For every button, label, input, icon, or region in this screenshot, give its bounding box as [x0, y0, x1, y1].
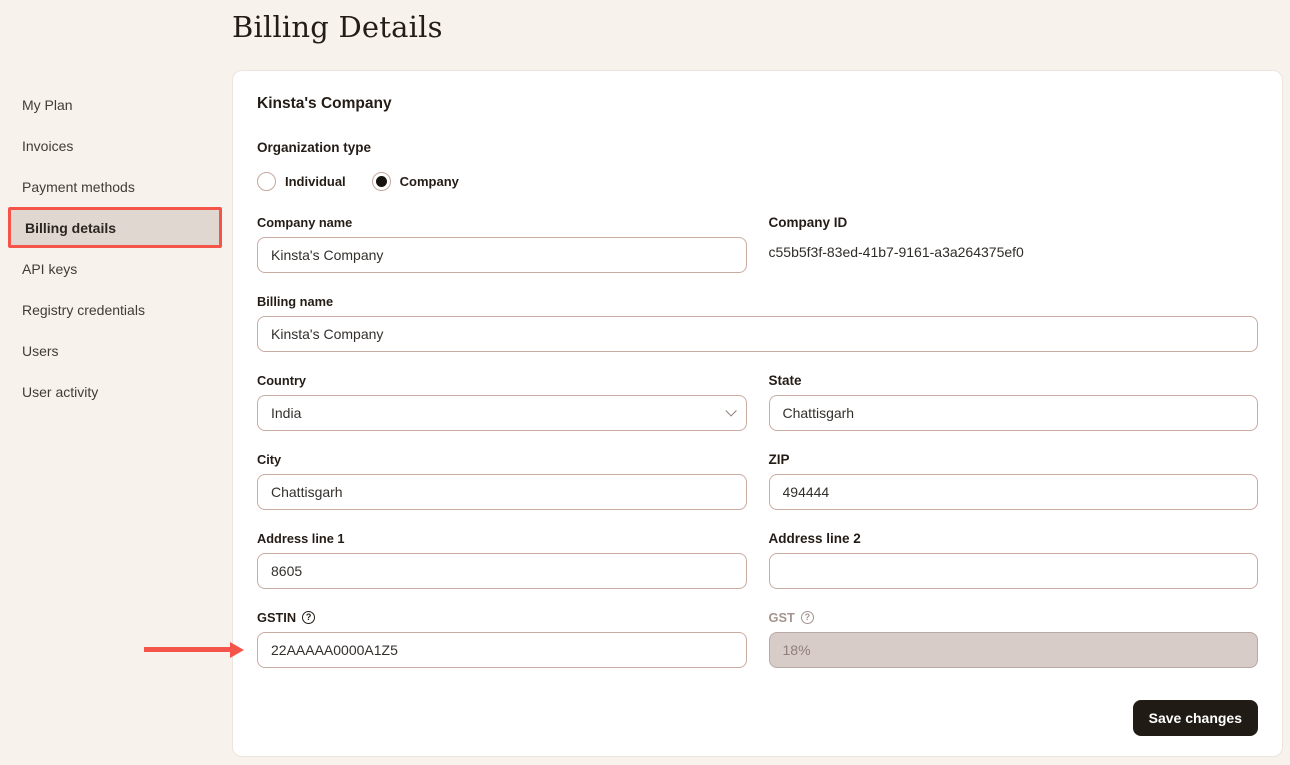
gstin-label: GSTIN	[257, 610, 296, 625]
sidebar-item-invoices[interactable]: Invoices	[0, 125, 232, 166]
save-changes-button[interactable]: Save changes	[1133, 700, 1258, 736]
settings-sidebar: My Plan Invoices Payment methods Billing…	[0, 84, 232, 412]
zip-input[interactable]	[769, 474, 1259, 510]
sidebar-item-registry-credentials[interactable]: Registry credentials	[0, 289, 232, 330]
sidebar-item-payment-methods[interactable]: Payment methods	[0, 166, 232, 207]
city-input[interactable]	[257, 474, 747, 510]
gst-label: GST	[769, 610, 795, 625]
gst-field-group: GST ?	[769, 610, 1259, 668]
state-field-group: State	[769, 373, 1259, 431]
country-label: Country	[257, 373, 747, 388]
zip-label: ZIP	[769, 452, 1259, 467]
billing-details-card: Kinsta's Company Organization type Indiv…	[232, 70, 1283, 757]
gstin-label-row: GSTIN ?	[257, 610, 747, 625]
billing-name-input[interactable]	[257, 316, 1258, 352]
help-icon[interactable]: ?	[302, 611, 315, 624]
state-label: State	[769, 373, 1259, 388]
organization-type-label: Organization type	[257, 140, 1258, 155]
gst-label-row: GST ?	[769, 610, 1259, 625]
address-line-1-field-group: Address line 1	[257, 531, 747, 589]
sidebar-item-my-plan[interactable]: My Plan	[0, 84, 232, 125]
radio-company-label: Company	[400, 174, 459, 189]
city-field-group: City	[257, 452, 747, 510]
page-title: Billing Details	[232, 10, 443, 44]
annotation-arrow-icon	[144, 647, 230, 652]
country-select[interactable]: India	[257, 395, 747, 431]
sidebar-item-user-activity[interactable]: User activity	[0, 371, 232, 412]
address-line-2-field-group: Address line 2	[769, 531, 1259, 589]
radio-individual[interactable]: Individual	[257, 172, 346, 191]
gstin-field-group: GSTIN ?	[257, 610, 747, 668]
company-name-label: Company name	[257, 215, 747, 230]
address-line-2-input[interactable]	[769, 553, 1259, 589]
company-name-field-group: Company name	[257, 215, 747, 273]
company-id-label: Company ID	[769, 215, 1259, 230]
zip-field-group: ZIP	[769, 452, 1259, 510]
radio-circle-icon	[372, 172, 391, 191]
city-label: City	[257, 452, 747, 467]
radio-company[interactable]: Company	[372, 172, 459, 191]
address-line-1-label: Address line 1	[257, 531, 747, 546]
gst-input	[769, 632, 1259, 668]
sidebar-item-users[interactable]: Users	[0, 330, 232, 371]
state-input[interactable]	[769, 395, 1259, 431]
company-id-value: c55b5f3f-83ed-41b7-9161-a3a264375ef0	[769, 244, 1259, 260]
sidebar-item-api-keys[interactable]: API keys	[0, 248, 232, 289]
radio-individual-label: Individual	[285, 174, 346, 189]
billing-form: Company name Company ID c55b5f3f-83ed-41…	[257, 215, 1258, 668]
radio-circle-icon	[257, 172, 276, 191]
country-field-group: Country India	[257, 373, 747, 431]
gstin-input[interactable]	[257, 632, 747, 668]
billing-name-field-group: Billing name	[257, 294, 1258, 352]
billing-name-label: Billing name	[257, 294, 1258, 309]
address-line-2-label: Address line 2	[769, 531, 1259, 546]
company-heading: Kinsta's Company	[257, 95, 1258, 113]
company-name-input[interactable]	[257, 237, 747, 273]
address-line-1-input[interactable]	[257, 553, 747, 589]
organization-type-group: Individual Company	[257, 172, 1258, 191]
sidebar-item-billing-details[interactable]: Billing details	[8, 207, 222, 248]
country-selected-value: India	[271, 405, 301, 421]
chevron-down-icon	[725, 405, 736, 416]
help-icon[interactable]: ?	[801, 611, 814, 624]
company-id-group: Company ID c55b5f3f-83ed-41b7-9161-a3a26…	[769, 215, 1259, 273]
